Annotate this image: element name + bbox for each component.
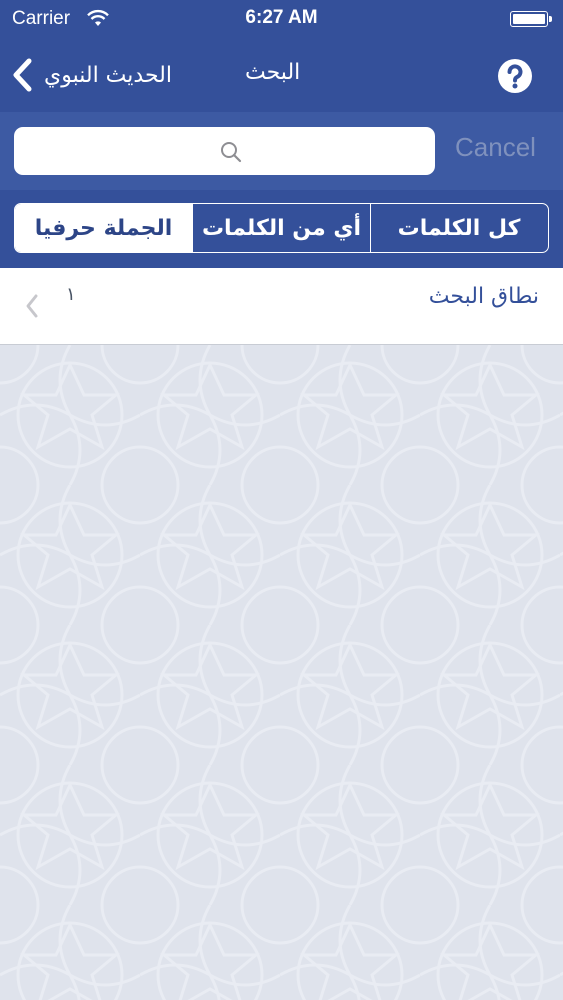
segment-all-words[interactable]: كل الكلمات <box>371 204 547 252</box>
segment-exact-phrase[interactable]: الجملة حرفيا <box>15 204 192 252</box>
segment-any-words[interactable]: أي من الكلمات <box>192 204 371 252</box>
battery-icon <box>510 11 552 27</box>
background-pattern <box>0 345 563 1000</box>
search-input[interactable] <box>14 127 435 175</box>
status-time: 6:27 AM <box>245 7 318 28</box>
search-field[interactable] <box>14 127 435 175</box>
chevron-left-icon <box>13 58 32 92</box>
search-mode-segmented-control: الجملة حرفيا أي من الكلمات كل الكلمات <box>14 203 549 253</box>
status-bar: Carrier 6:27 AM <box>0 0 563 38</box>
back-button[interactable]: الحديث النبوي <box>10 54 172 96</box>
page-title: البحث <box>245 60 301 85</box>
scope-bar: الجملة حرفيا أي من الكلمات كل الكلمات <box>0 190 563 268</box>
back-button-label: الحديث النبوي <box>44 62 172 88</box>
cancel-button[interactable]: Cancel <box>455 132 536 163</box>
search-bar: Cancel <box>0 112 563 190</box>
search-scope-value: ١ <box>66 284 76 305</box>
search-scope-row[interactable]: ١ نطاق البحث <box>0 268 563 345</box>
search-scope-label: نطاق البحث <box>428 284 539 309</box>
help-icon[interactable] <box>497 58 533 94</box>
navigation-bar: الحديث النبوي البحث <box>0 38 563 112</box>
chevron-left-icon <box>26 294 38 318</box>
